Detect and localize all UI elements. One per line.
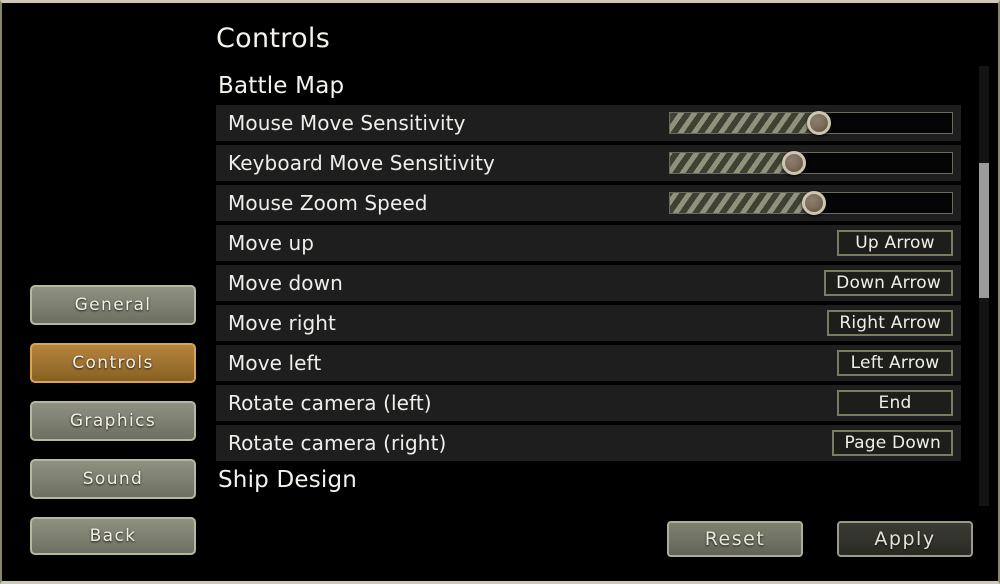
page-title: Controls	[216, 23, 331, 54]
scrollbar-thumb[interactable]	[979, 163, 989, 298]
mouse-move-sensitivity-slider[interactable]	[669, 111, 953, 135]
table-row: Rotate camera (left) End	[216, 385, 961, 421]
settings-window: General Controls Graphics Sound Back Con…	[0, 0, 1000, 584]
setting-label: Rotate camera (right)	[228, 431, 447, 455]
setting-label: Move right	[228, 311, 336, 335]
settings-scroll-area: Battle Map Mouse Move Sensitivity Keyboa…	[216, 71, 964, 503]
sidebar-nav: General Controls Graphics Sound	[30, 285, 196, 517]
setting-label: Mouse Zoom Speed	[228, 191, 428, 215]
slider-thumb[interactable]	[801, 191, 826, 215]
sidebar-item-general[interactable]: General	[30, 285, 196, 325]
setting-label: Keyboard Move Sensitivity	[228, 151, 495, 175]
table-row: Move up Up Arrow	[216, 225, 961, 261]
reset-button[interactable]: Reset	[667, 521, 803, 557]
apply-button[interactable]: Apply	[837, 521, 973, 557]
sidebar-item-label: Sound	[82, 469, 144, 489]
keybind-move-left[interactable]: Left Arrow	[837, 350, 953, 376]
slider-thumb[interactable]	[807, 111, 832, 135]
mouse-zoom-speed-slider[interactable]	[669, 191, 953, 215]
reset-button-label: Reset	[704, 528, 766, 550]
slider-fill	[670, 193, 814, 213]
table-row: Move left Left Arrow	[216, 345, 961, 381]
sidebar-item-graphics[interactable]: Graphics	[30, 401, 196, 441]
table-row: Rotate camera (right) Page Down	[216, 425, 961, 461]
table-row: Move down Down Arrow	[216, 265, 961, 301]
section-title-ship-design: Ship Design	[218, 467, 358, 493]
section-title-battle-map: Battle Map	[218, 73, 345, 99]
slider-fill	[670, 153, 795, 173]
back-button-label: Back	[89, 526, 137, 546]
keybind-rotate-camera-right[interactable]: Page Down	[832, 430, 953, 456]
setting-label: Move down	[228, 271, 343, 295]
sidebar-item-sound[interactable]: Sound	[30, 459, 196, 499]
keybind-move-up[interactable]: Up Arrow	[837, 230, 953, 256]
keyboard-move-sensitivity-slider[interactable]	[669, 151, 953, 175]
keybind-rotate-camera-left[interactable]: End	[837, 390, 953, 416]
keybind-move-down[interactable]: Down Arrow	[824, 270, 953, 296]
table-row: Keyboard Move Sensitivity	[216, 145, 961, 181]
back-button[interactable]: Back	[30, 517, 196, 555]
sidebar-item-label: Controls	[72, 353, 154, 373]
table-row: Mouse Move Sensitivity	[216, 105, 961, 141]
keybind-move-right[interactable]: Right Arrow	[827, 310, 953, 336]
slider-thumb[interactable]	[782, 151, 807, 175]
setting-label: Rotate camera (left)	[228, 391, 432, 415]
main-panel: Controls Battle Map Mouse Move Sensitivi…	[216, 3, 998, 581]
slider-fill	[670, 113, 820, 133]
setting-label: Move up	[228, 231, 315, 255]
table-row: Move right Right Arrow	[216, 305, 961, 341]
sidebar-item-label: Graphics	[69, 411, 157, 431]
table-row: Mouse Zoom Speed	[216, 185, 961, 221]
setting-label: Move left	[228, 351, 322, 375]
setting-label: Mouse Move Sensitivity	[228, 111, 466, 135]
apply-button-label: Apply	[874, 528, 936, 550]
vertical-scrollbar[interactable]	[979, 66, 989, 506]
sidebar-item-controls[interactable]: Controls	[30, 343, 196, 383]
sidebar-item-label: General	[74, 295, 152, 315]
